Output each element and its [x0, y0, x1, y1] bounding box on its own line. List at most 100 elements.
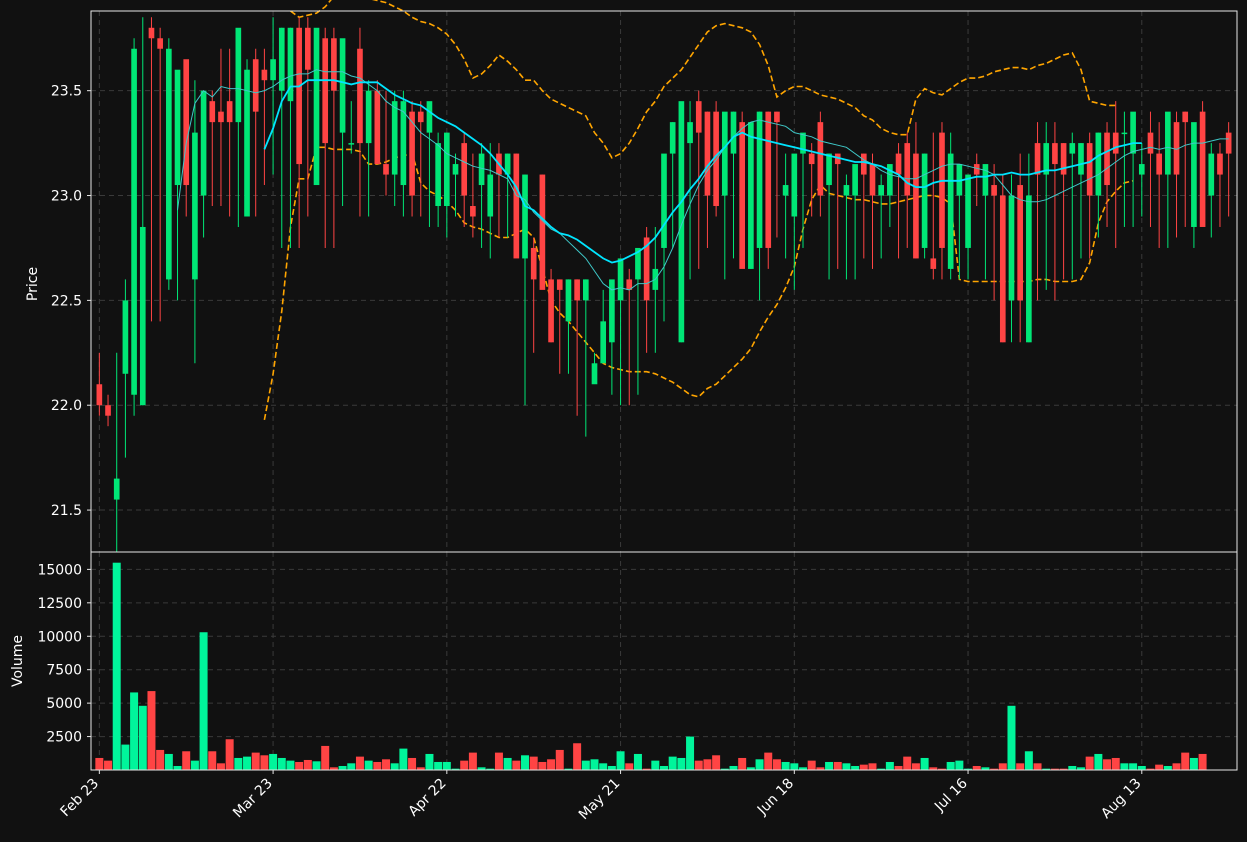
volume-bar — [182, 751, 191, 770]
volume-bar — [703, 759, 712, 770]
candle-body — [791, 153, 798, 217]
volume-bar — [738, 757, 747, 770]
volume-bar — [425, 753, 434, 770]
volume-bar — [347, 763, 356, 770]
candle-body — [895, 153, 902, 175]
candle-body — [913, 153, 919, 259]
candle-body — [878, 185, 884, 196]
candle-body — [774, 111, 780, 123]
candle-body — [435, 143, 441, 207]
volume-bar — [885, 761, 894, 770]
candle-body — [1199, 111, 1206, 227]
volume-bar — [955, 760, 964, 770]
price-tick-label: 22.5 — [51, 293, 82, 309]
candle-body — [826, 153, 832, 186]
volume-bar — [269, 753, 278, 770]
volume-bar — [842, 763, 851, 770]
candle-body — [1217, 153, 1223, 175]
volume-bar — [1155, 764, 1164, 770]
candle-body — [973, 164, 980, 175]
volume-bar — [729, 765, 738, 770]
candle-body — [452, 164, 459, 175]
volume-bar — [1163, 765, 1172, 770]
candle-body — [1095, 132, 1102, 196]
volume-bar — [251, 752, 260, 770]
candle-body — [470, 206, 476, 217]
volume-bar — [998, 763, 1007, 770]
volume-bar — [764, 752, 773, 770]
volume-bar — [946, 761, 955, 770]
volume-tick-label: 12500 — [37, 596, 82, 612]
candle-body — [565, 279, 572, 322]
candle-body — [582, 279, 589, 301]
volume-bar — [972, 765, 981, 770]
candle-body — [765, 111, 772, 248]
price-axis-label: Price — [25, 267, 41, 301]
candle-body — [1147, 132, 1154, 154]
volume-bar — [390, 763, 399, 770]
volume-bar — [1068, 765, 1077, 770]
volume-bar — [1007, 705, 1016, 770]
volume-bar — [529, 756, 538, 770]
volume-bar — [503, 757, 512, 770]
volume-bar — [173, 765, 182, 770]
volume-bar — [225, 739, 234, 770]
candle-body — [305, 27, 311, 70]
candle-body — [365, 90, 372, 144]
candle-body — [982, 164, 989, 196]
volume-bar — [321, 745, 330, 770]
candle-body — [1182, 111, 1189, 123]
volume-tick-label: 7500 — [46, 663, 82, 679]
price-tick-label: 21.5 — [51, 503, 82, 519]
candle-body — [843, 185, 850, 196]
candle-body — [339, 38, 346, 133]
candle-body — [869, 164, 876, 196]
candle-body — [1138, 164, 1145, 175]
candle-body — [704, 111, 711, 196]
volume-bar — [130, 692, 139, 770]
price-tick-label: 23.5 — [51, 84, 82, 100]
candle-body — [1165, 111, 1171, 175]
volume-bar — [112, 562, 121, 770]
candle-body — [617, 258, 624, 301]
volume-tick-label: 5000 — [46, 696, 82, 712]
candle-body — [1191, 122, 1197, 227]
candle-body — [852, 164, 858, 196]
volume-bar — [1094, 753, 1103, 770]
volume-tick-label: 2500 — [46, 730, 82, 746]
volume-bar — [1129, 763, 1138, 770]
volume-bar — [355, 756, 364, 770]
candle-body — [1104, 132, 1110, 186]
volume-bar — [468, 752, 477, 770]
candle-body — [539, 174, 546, 290]
volume-bar — [512, 760, 521, 770]
volume-bar — [382, 759, 391, 770]
volume-bar — [190, 760, 199, 770]
volume-bar — [1033, 763, 1042, 770]
candle-body — [939, 132, 945, 248]
candle-body — [687, 122, 693, 144]
candle-body — [904, 143, 911, 196]
candle-body — [1112, 132, 1119, 154]
candle-body — [748, 122, 754, 269]
candle-body — [1121, 132, 1128, 135]
candle-body — [200, 90, 207, 196]
candle-body — [1225, 132, 1232, 154]
candle-body — [669, 122, 676, 154]
candle-body — [417, 111, 424, 123]
volume-bar — [668, 756, 677, 770]
volume-bar — [1103, 759, 1112, 770]
volume-bar — [277, 757, 286, 770]
volume-bar — [164, 753, 173, 770]
volume-bar — [442, 761, 451, 770]
volume-bar — [408, 757, 417, 770]
candle-body — [721, 111, 728, 196]
candle-body — [695, 101, 702, 133]
volume-bar — [521, 755, 530, 770]
candle-body — [105, 405, 111, 416]
volume-bar — [851, 765, 860, 770]
candle-body — [591, 363, 598, 385]
volume-bar — [147, 691, 156, 770]
volume-bar — [338, 765, 347, 770]
volume-bar — [859, 764, 868, 770]
